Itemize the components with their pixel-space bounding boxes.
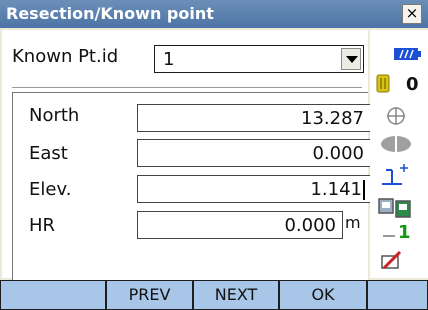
softkey-next[interactable]: NEXT [194, 281, 278, 309]
softkey-f1[interactable] [1, 281, 105, 309]
tilt-icon[interactable] [386, 106, 406, 126]
status-panel: 0 1 [370, 30, 428, 278]
north-field[interactable]: 13.287 [137, 104, 371, 132]
memory-icon [376, 74, 390, 93]
hr-label: HR [29, 215, 56, 236]
main-panel: Known Pt.id 1 North 13.287 East 0.000 El… [2, 30, 371, 306]
hr-value: 0.000 [284, 215, 336, 236]
east-value: 0.000 [312, 143, 364, 164]
chevron-down-icon[interactable] [341, 48, 361, 70]
hr-unit: m [345, 213, 361, 232]
target-icon[interactable] [380, 162, 410, 188]
softkey-f5[interactable] [368, 281, 427, 309]
page-underline-icon [383, 235, 395, 237]
divider [12, 87, 362, 88]
prism-icon[interactable] [380, 134, 412, 154]
softkey-bar: PREV NEXT OK [0, 280, 428, 310]
north-label: North [29, 105, 80, 126]
north-value: 13.287 [301, 108, 364, 129]
elev-label: Elev. [29, 179, 72, 200]
memory-count: 0 [406, 74, 419, 95]
page-number[interactable]: 1 [398, 222, 411, 243]
known-pt-value: 1 [163, 49, 175, 70]
edit-icon[interactable] [380, 250, 404, 272]
battery-icon [394, 48, 421, 60]
softkey-ok[interactable]: OK [280, 281, 366, 309]
elev-value: 1.141 [310, 179, 362, 200]
known-pt-select[interactable]: 1 [154, 45, 364, 73]
title-bar: Resection/Known point × [0, 0, 428, 28]
known-pt-label: Known Pt.id [12, 46, 119, 67]
hr-field[interactable]: 0.000 [137, 211, 343, 239]
coordinates-frame: North 13.287 East 0.000 Elev. 1.141 HR 0… [12, 92, 371, 306]
input-mode-icon[interactable] [378, 196, 414, 220]
softkey-prev[interactable]: PREV [107, 281, 192, 309]
east-label: East [29, 143, 68, 164]
close-button[interactable]: × [402, 4, 422, 24]
window-title: Resection/Known point [6, 4, 214, 23]
text-cursor [363, 180, 365, 200]
elev-field[interactable]: 1.141 [137, 175, 371, 203]
east-field[interactable]: 0.000 [137, 139, 371, 167]
